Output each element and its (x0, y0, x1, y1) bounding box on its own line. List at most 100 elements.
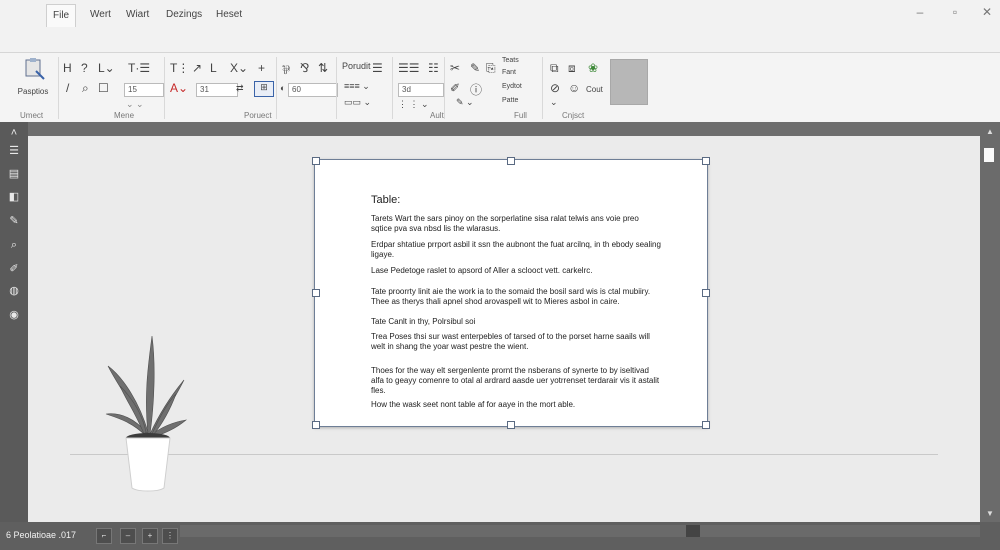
document-paragraph: How the wask seet nont table af for aaye… (371, 400, 576, 409)
tab-file[interactable]: File (46, 4, 77, 27)
globe-icon[interactable]: ◍ (7, 284, 21, 298)
color-picker-icon[interactable]: ◐ (280, 83, 285, 93)
document-paragraph: Erdpar shtatiue prrport asbil it ssn the… (371, 240, 661, 259)
resize-handle-left[interactable] (312, 289, 320, 297)
add-icon[interactable]: + (258, 61, 265, 75)
link-icon[interactable]: ⊘ (550, 81, 560, 95)
group-separator (542, 57, 543, 119)
align-icon[interactable]: ☰☰ (398, 61, 420, 75)
heading-icon[interactable]: H (63, 61, 72, 75)
line-value-field[interactable]: 3d (398, 83, 444, 97)
font-size-field[interactable]: 15 (124, 83, 164, 97)
shapes-icon[interactable]: ⧈ (568, 61, 576, 76)
tool-eydtot-label: Eydtot (502, 83, 522, 90)
cut-icon[interactable]: ✂ (450, 61, 460, 75)
vertical-scrollbar[interactable] (980, 122, 1000, 522)
dropdown-arrows[interactable]: ⌄ ⌄ (126, 99, 144, 110)
tab-wiart[interactable]: Wiart (120, 4, 155, 26)
tool-teats-label: Teats (502, 57, 519, 64)
layers-icon[interactable]: ◧ (7, 190, 21, 204)
search-icon[interactable]: ⌕ (7, 238, 21, 252)
group-label-full: Full (514, 111, 527, 120)
resize-handle-top[interactable] (507, 157, 515, 165)
pen-icon[interactable]: ✐ (7, 262, 21, 276)
format-icon[interactable]: L (210, 61, 217, 75)
edit-icon[interactable]: ✎ (7, 214, 21, 228)
group-label-font: Mene (114, 111, 135, 120)
clear-format-icon[interactable]: ☐ (98, 81, 109, 95)
view-button[interactable]: ⌐ (96, 528, 112, 544)
copy-icon[interactable]: ⎘ (486, 61, 496, 76)
scroll-thumb[interactable] (984, 148, 994, 162)
zoom-out-button[interactable]: – (120, 528, 136, 544)
border-icon[interactable]: ▭▭ ⌄ (344, 97, 371, 108)
font-color-icon[interactable]: A⌄ (170, 81, 188, 95)
group-label-paragraph: Poruect (244, 111, 272, 120)
pencil-icon[interactable]: ✐ (450, 81, 460, 95)
image-icon[interactable]: ❀ (588, 61, 598, 75)
more-options[interactable]: ⋮ ⋮ ⌄ (398, 99, 429, 110)
resize-handle-bottom[interactable] (507, 421, 515, 429)
text-align-icon[interactable]: T·☰ (128, 61, 150, 75)
indent-icon[interactable]: ⇄ (236, 83, 244, 94)
horizontal-scrollbar[interactable] (180, 525, 980, 537)
brush-icon[interactable]: ✎ (470, 61, 480, 75)
scroll-up-icon[interactable]: ▲ (984, 126, 996, 138)
insert-label: Pasptios (17, 87, 49, 96)
document-page[interactable]: Table: Tarets Wart the sars pinoy on the… (314, 159, 708, 427)
tool-fant[interactable]: Fant (502, 69, 516, 76)
baseline-divider (70, 454, 938, 455)
columns-icon[interactable]: ☷ (428, 61, 439, 75)
text-icon[interactable]: T⋮ (170, 61, 189, 75)
resize-handle-top-left[interactable] (312, 157, 320, 165)
tool-teats[interactable]: Teats (502, 57, 519, 64)
list-icon[interactable]: ☰ (372, 61, 383, 75)
style-label[interactable]: Porudit (342, 61, 371, 71)
emoji-icon[interactable]: ☺ (568, 81, 580, 95)
tab-dezings[interactable]: Dezings (160, 4, 208, 26)
align-left-icon[interactable]: ⅌ (282, 61, 290, 78)
line-style-icon[interactable]: L⌄ (98, 61, 115, 75)
arrow-up-right-icon[interactable]: ↗ (192, 61, 202, 75)
minimize-button[interactable]: – (905, 3, 935, 21)
italic-icon[interactable]: ? (81, 61, 88, 75)
ruler-bar (28, 122, 980, 136)
resize-handle-bottom-left[interactable] (312, 421, 320, 429)
tab-wert[interactable]: Wert (84, 4, 117, 26)
resize-handle-top-right[interactable] (702, 157, 710, 165)
document-paragraph: Tate proorrty linit aie the work ia to t… (371, 287, 651, 306)
resize-handle-bottom-right[interactable] (702, 421, 710, 429)
color-swatch[interactable] (610, 59, 648, 105)
line-spacing-icon[interactable]: ≡≡≡ ⌄ (344, 81, 370, 92)
edit-icon[interactable]: ✎ ⌄ (456, 97, 474, 108)
zoom-in-button[interactable]: + (142, 528, 158, 544)
more-status-button[interactable]: ⋮ (162, 528, 178, 544)
search-icon[interactable]: ⌕ (82, 81, 89, 96)
resize-handle-right[interactable] (702, 289, 710, 297)
sort-icon[interactable]: ⇅ (318, 61, 328, 75)
close-button[interactable]: ✕ (972, 3, 1000, 21)
more-icon[interactable]: ⌄ (550, 97, 558, 108)
horizontal-scroll-thumb[interactable] (686, 525, 700, 537)
collapse-icon[interactable]: ˄ (7, 126, 21, 140)
document-icon[interactable]: ▤ (7, 167, 21, 181)
tool-eydtot[interactable]: Eydtot (502, 83, 522, 90)
object-icon[interactable]: ⧉ (550, 61, 559, 76)
tab-heset[interactable]: Heset (210, 4, 248, 26)
tool-patte[interactable]: Patte (502, 97, 518, 104)
font-size2-field[interactable]: 31 (196, 83, 238, 97)
pages-icon[interactable]: ☰ (7, 144, 21, 158)
spacing-field[interactable]: 60 (288, 83, 338, 97)
plant-illustration (105, 335, 188, 492)
document-paragraph: Trea Poses thsi sur wast enterpebles of … (371, 332, 650, 351)
group-separator (58, 57, 59, 119)
align-right-icon[interactable]: ⅋ (300, 61, 309, 75)
info-icon[interactable]: ⓘ (470, 81, 482, 98)
scroll-down-icon[interactable]: ▼ (984, 508, 996, 520)
settings-icon[interactable]: ◉ (7, 308, 21, 322)
close-x-icon[interactable]: X⌄ (230, 61, 248, 75)
highlight-icon[interactable]: ⊞ (254, 81, 274, 97)
pen-icon[interactable]: / (66, 81, 69, 95)
paste-icon[interactable] (20, 57, 48, 83)
maximize-button[interactable]: ▫ (940, 3, 970, 21)
